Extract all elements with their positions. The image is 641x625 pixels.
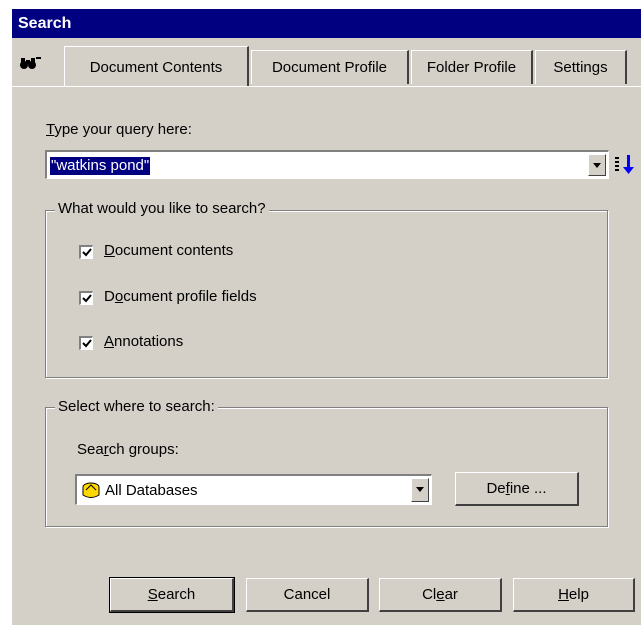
search-what-legend: What would you like to search?	[55, 200, 269, 217]
search-groups-label: Search groups:	[77, 441, 179, 458]
sort-descending-icon[interactable]	[614, 152, 636, 176]
checkbox-label-document-contents[interactable]: Document contents	[104, 242, 233, 259]
search-groups-dropdown-button[interactable]	[411, 478, 429, 502]
search-groups-value: All Databases	[105, 482, 198, 499]
checkbox-label-document-profile-fields[interactable]: Document profile fields	[104, 288, 257, 305]
checkbox-document-profile-fields[interactable]	[79, 291, 93, 305]
help-button[interactable]: Help	[513, 578, 635, 612]
clear-button[interactable]: Clear	[379, 578, 502, 612]
checkmark-icon	[82, 339, 92, 348]
checkbox-annotations[interactable]	[79, 336, 93, 350]
checkbox-document-contents[interactable]	[79, 245, 93, 259]
tab-label: Document Profile	[271, 59, 388, 76]
database-icon	[82, 482, 100, 498]
search-where-group	[45, 407, 608, 527]
query-dropdown-button[interactable]	[588, 154, 606, 176]
cancel-button[interactable]: Cancel	[246, 578, 369, 612]
tab-document-contents[interactable]: Document Contents	[64, 46, 249, 86]
query-input[interactable]: "watkins pond"	[45, 150, 609, 179]
query-value: "watkins pond"	[50, 157, 151, 175]
checkbox-label-annotations[interactable]: Annotations	[104, 333, 183, 350]
window-title: Search	[18, 15, 72, 32]
tab-label: Settings	[553, 59, 608, 76]
tab-folder-profile[interactable]: Folder Profile	[411, 50, 533, 84]
tab-label: Folder Profile	[426, 59, 517, 76]
binoculars-icon	[20, 57, 41, 69]
query-label: Type your query here:	[46, 121, 192, 138]
checkmark-icon	[82, 248, 92, 257]
checkmark-icon	[82, 294, 92, 303]
search-groups-select[interactable]: All Databases	[75, 474, 432, 505]
search-where-legend: Select where to search:	[55, 398, 218, 415]
tab-document-profile[interactable]: Document Profile	[251, 50, 409, 84]
tab-label: Document Contents	[89, 59, 223, 76]
tab-settings[interactable]: Settings	[535, 50, 627, 84]
title-bar: Search	[12, 9, 641, 38]
search-button[interactable]: Search	[109, 577, 235, 613]
define-button[interactable]: Define ...	[455, 472, 579, 506]
